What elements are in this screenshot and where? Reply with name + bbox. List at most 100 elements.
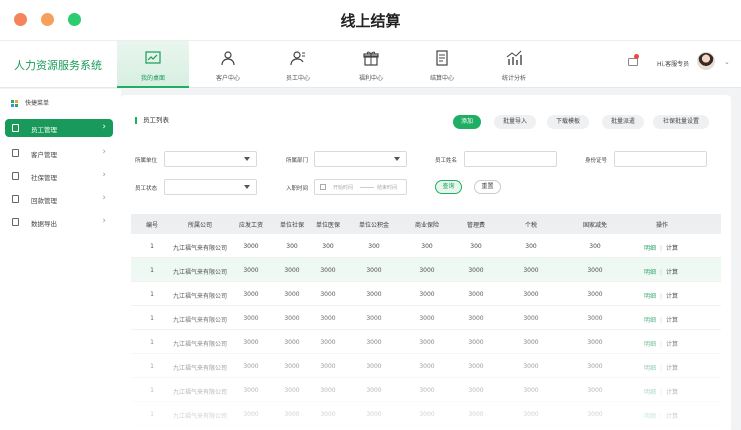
detail-link[interactable]: 明细 — [644, 293, 656, 300]
query-button[interactable]: 查询 — [435, 180, 462, 194]
table-cell: 3000 — [366, 339, 382, 346]
calculate-link[interactable]: 计算 — [666, 245, 678, 252]
detail-link[interactable]: 明细 — [644, 413, 656, 420]
batch-dispatch-button[interactable]: 批量派遣 — [602, 115, 644, 129]
column-header: 商业保险 — [414, 222, 440, 229]
table-cell: 3000 — [243, 267, 259, 274]
table-row[interactable]: 1 九江福气来有限公司 3000 300 300 300 300 300 300 300 明细 | 计算 — [131, 234, 721, 258]
tab-customer-center[interactable]: 客户中心 — [192, 41, 264, 88]
table-cell: 九江福气来有限公司 — [172, 317, 228, 324]
table-cell: 3000 — [320, 291, 336, 298]
tab-label: 结算中心 — [429, 75, 454, 82]
table-cell: 3000 — [284, 387, 300, 394]
detail-link[interactable]: 明细 — [644, 365, 656, 372]
table-cell: 300 — [470, 243, 482, 250]
sidebar-item-data-export[interactable]: 数据导出 › — [5, 213, 113, 231]
table-row[interactable]: 1 九江福气来有限公司 3000 3000 3000 3000 3000 3000 3000 30… — [131, 378, 721, 402]
date-range-separator — [360, 187, 374, 188]
calculate-link[interactable]: 计算 — [666, 389, 678, 396]
statistics-icon — [506, 50, 522, 65]
id-number-input[interactable] — [614, 151, 707, 167]
table-cell: 九江福气来有限公司 — [172, 269, 228, 276]
mail-icon[interactable] — [628, 58, 638, 66]
calculate-link[interactable]: 计算 — [666, 413, 678, 420]
row-actions: 明细 | 计算 — [644, 243, 678, 252]
reset-button[interactable]: 重置 — [474, 180, 501, 194]
chevron-right-icon: › — [102, 170, 106, 180]
tab-employee-center[interactable]: 员工中心 — [262, 41, 334, 88]
customer-icon — [221, 51, 235, 66]
tab-settlement-center[interactable]: 结算中心 — [406, 41, 478, 88]
table-row[interactable]: 1 九江福气来有限公司 3000 3000 3000 3000 3000 3000 3000 30… — [131, 306, 721, 330]
table-cell: 3000 — [243, 243, 259, 250]
table-cell: 1 — [150, 243, 154, 250]
column-header: 单位社保 — [279, 222, 305, 229]
social-security-batch-button[interactable]: 社保批量设置 — [653, 115, 709, 129]
table-row[interactable]: 1 九江福气来有限公司 3000 3000 3000 3000 3000 3000 3000 30… — [131, 258, 721, 282]
table-cell: 3000 — [468, 411, 484, 418]
department-select[interactable] — [314, 151, 407, 167]
table-cell: 3000 — [284, 411, 300, 418]
sidebar-item-label: 社保管理 — [31, 174, 57, 182]
calculate-link[interactable]: 计算 — [666, 317, 678, 324]
table-cell: 3000 — [366, 315, 382, 322]
sidebar-item-customer-management[interactable]: 客户管理 › — [5, 144, 113, 162]
sidebar-item-payment[interactable]: 回款管理 › — [5, 190, 113, 208]
table-row[interactable]: 1 九江福气来有限公司 3000 3000 3000 3000 3000 3000 3000 30… — [131, 330, 721, 354]
table-cell: 九江福气来有限公司 — [172, 389, 228, 396]
detail-link[interactable]: 明细 — [644, 341, 656, 348]
employee-icon — [290, 51, 305, 66]
table-cell: 300 — [286, 243, 298, 250]
row-actions: 明细 | 计算 — [644, 291, 678, 300]
table-row[interactable]: 1 九江福气来有限公司 3000 3000 3000 3000 3000 3000 3000 30… — [131, 354, 721, 378]
row-actions: 明细 | 计算 — [644, 339, 678, 348]
add-button[interactable]: 添加 — [453, 115, 481, 129]
avatar[interactable] — [697, 52, 715, 70]
download-template-button[interactable]: 下载模板 — [547, 115, 589, 129]
employee-status-select[interactable] — [164, 179, 257, 195]
table-cell: 3000 — [523, 291, 539, 298]
hire-date-range-picker[interactable]: 开始时间 结束时间 — [314, 179, 407, 195]
employee-name-label: 员工姓名 — [435, 158, 458, 164]
detail-link[interactable]: 明细 — [644, 389, 656, 396]
detail-link[interactable]: 明细 — [644, 245, 656, 252]
sidebar-item-social-security[interactable]: 社保管理 › — [5, 167, 113, 185]
table-row[interactable]: 1 九江福气来有限公司 3000 3000 3000 3000 3000 3000 3000 30… — [131, 282, 721, 306]
tab-welfare-center[interactable]: 福利中心 — [335, 41, 407, 88]
calendar-icon — [320, 184, 326, 190]
tab-statistics[interactable]: 统计分析 — [478, 41, 550, 88]
column-header: 单位医保 — [315, 222, 341, 229]
action-divider: | — [660, 269, 663, 276]
window-title: 线上结算 — [340, 12, 401, 30]
row-actions: 明细 | 计算 — [644, 363, 678, 372]
table-row[interactable]: 1 九江福气来有限公司 3000 3000 3000 3000 3000 3000 3000 30… — [131, 402, 721, 426]
table-cell: 3000 — [284, 339, 300, 346]
table-cell: 3000 — [320, 315, 336, 322]
customer-card-icon — [12, 149, 19, 157]
brand-name: 人力资源服务系统 — [14, 59, 102, 72]
company-select[interactable] — [164, 151, 257, 167]
table-cell: 3000 — [366, 411, 382, 418]
sidebar-item-label: 客户管理 — [31, 151, 57, 159]
table-cell: 九江福气来有限公司 — [172, 245, 228, 252]
tab-my-desktop[interactable]: 我的桌面 — [117, 41, 189, 88]
calculate-link[interactable]: 计算 — [666, 341, 678, 348]
calculate-link[interactable]: 计算 — [666, 365, 678, 372]
table-cell: 3000 — [587, 387, 603, 394]
employee-card-icon — [12, 124, 19, 132]
table-cell: 3000 — [419, 363, 435, 370]
batch-import-button[interactable]: 批量导入 — [494, 115, 536, 129]
main-panel: 员工列表 添加 批量导入 下载模板 批量派遣 社保批量设置 所属单位 所属部门 … — [121, 95, 731, 430]
tab-label: 福利中心 — [358, 75, 383, 82]
table-cell: 300 — [322, 243, 334, 250]
detail-link[interactable]: 明细 — [644, 317, 656, 324]
table-cell: 3000 — [320, 267, 336, 274]
employee-name-input[interactable] — [464, 151, 557, 167]
sidebar-item-employee-management[interactable]: 员工管理 › — [5, 119, 113, 137]
calculate-link[interactable]: 计算 — [666, 293, 678, 300]
tab-label: 客户中心 — [215, 75, 240, 82]
chevron-down-icon[interactable]: ⌄ — [724, 58, 730, 66]
column-header: 国家减免 — [582, 222, 608, 229]
calculate-link[interactable]: 计算 — [666, 269, 678, 276]
detail-link[interactable]: 明细 — [644, 269, 656, 276]
